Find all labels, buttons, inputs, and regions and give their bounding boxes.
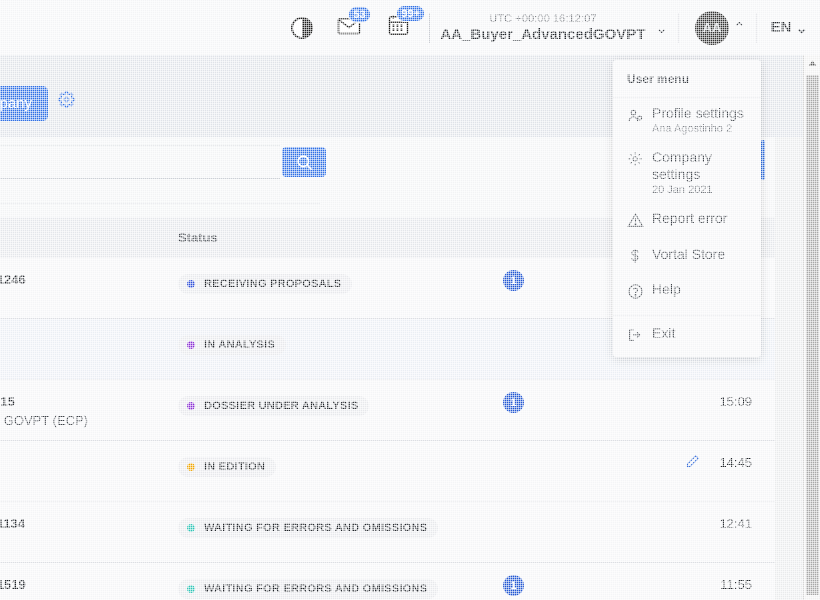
gear-icon (627, 151, 643, 170)
user-account-button[interactable]: UTC +00:00 16:12:07 AA_Buyer_AdvancedGOV… (440, 13, 672, 43)
status-label: IN ANALYSIS (204, 339, 276, 351)
header-divider-2 (678, 12, 679, 43)
menu-item-label: Profile settings (652, 105, 744, 121)
triangle-up-icon (808, 60, 817, 66)
menu-item-company-settings[interactable]: Company settings 20 Jan 2021 (613, 142, 761, 203)
username-label: AA_Buyer_AdvancedGOVPT (440, 25, 646, 43)
row-subtitle: ation - GOVPT (ECP) (0, 413, 89, 428)
status-badge: RECEIVING PROPOSALS (178, 274, 353, 294)
row-time: 11:55 (720, 577, 752, 592)
calendar-badge: 99+ (396, 5, 426, 22)
status-dot (187, 341, 195, 349)
menu-item-label: Vortal Store (652, 246, 726, 262)
mail-button[interactable]: 53 (337, 6, 371, 41)
help-icon (627, 283, 643, 303)
row-time: 14:45 (719, 455, 752, 470)
status-label: IN EDITION (204, 461, 266, 473)
status-dot (187, 463, 195, 471)
status-label: WAITING FOR ERRORS AND OMISSIONS (204, 522, 428, 534)
column-header-status: Status (178, 230, 218, 245)
language-selector[interactable]: EN ⌄ (771, 19, 812, 37)
app-root: 53 99+ UTC +00:00 16:12:07 AA_Buyer_Adva (0, 0, 820, 600)
edit-button[interactable] (685, 454, 700, 474)
menu-item-help[interactable]: Help (613, 274, 761, 310)
avatar[interactable]: AA (695, 10, 729, 45)
status-badge: WAITING FOR ERRORS AND OMISSIONS (178, 518, 439, 538)
status-label: RECEIVING PROPOSALS (204, 278, 342, 290)
menu-item-profile-settings[interactable]: Profile settings Ana Agostinho 2 (613, 98, 761, 142)
gear-icon (58, 91, 75, 108)
menu-item-sublabel: 20 Jan 2021 (652, 184, 713, 196)
search-input[interactable] (0, 145, 280, 179)
row-reference: 1 - 1246 (0, 272, 26, 287)
status-badge: IN ANALYSIS (178, 335, 287, 355)
profile-settings-icon (627, 107, 643, 127)
user-menu-separator (613, 315, 761, 316)
warning-icon (627, 212, 644, 232)
company-button[interactable]: …mpany (0, 86, 49, 121)
table-row[interactable]: 1 - 1519 WAITING FOR ERRORS AND OMISSION… (0, 563, 775, 600)
menu-item-label: Report error (652, 210, 728, 226)
settings-button[interactable] (58, 91, 75, 113)
status-label: DOSSIER UNDER ANALYSIS (204, 400, 359, 412)
chevron-up-icon[interactable]: ⌃ (729, 19, 750, 37)
row-count-badge[interactable]: 1 (503, 270, 524, 291)
user-menu-dropdown: User menu Profile settings Ana Agostinho … (613, 60, 761, 357)
pencil-icon (686, 454, 700, 468)
row-reference: - 1215 (0, 394, 15, 409)
top-header: 53 99+ UTC +00:00 16:12:07 AA_Buyer_Adva (0, 0, 820, 55)
status-label: WAITING FOR ERRORS AND OMISSIONS (204, 583, 428, 595)
row-time: 12:41 (719, 516, 752, 531)
row-count-badge[interactable]: 1 (503, 575, 524, 596)
menu-item-report-error[interactable]: Report error (613, 203, 761, 239)
dollar-icon (627, 248, 643, 267)
menu-item-sublabel: Ana Agostinho 2 (652, 123, 733, 135)
status-badge: IN EDITION (178, 457, 277, 477)
row-time: 15:09 (719, 394, 752, 409)
status-badge: DOSSIER UNDER ANALYSIS (178, 396, 370, 416)
row-count-badge[interactable]: 1 (503, 392, 524, 413)
menu-item-label: Help (652, 281, 681, 297)
table-row[interactable]: - 1215 ation - GOVPT (ECP) DOSSIER UNDER … (0, 380, 775, 441)
contrast-icon (291, 16, 314, 39)
menu-item-vortal-store[interactable]: Vortal Store (613, 239, 761, 274)
header-divider-3 (755, 12, 757, 43)
scrollbar-thumb[interactable] (806, 75, 819, 595)
filter-divider (0, 203, 320, 204)
menu-item-label: Company settings (652, 149, 712, 182)
chevron-down-icon: ⌄ (795, 19, 808, 37)
contrast-toggle-button[interactable] (291, 16, 314, 39)
status-dot (187, 524, 195, 532)
table-row[interactable]: 1 - 1134 WAITING FOR ERRORS AND OMISSION… (0, 502, 775, 563)
scroll-up-button[interactable] (804, 55, 820, 72)
status-dot (187, 280, 195, 288)
search-icon (296, 154, 312, 170)
search-button[interactable] (282, 147, 326, 177)
row-reference: 1 - 1519 (0, 577, 26, 592)
selection-accent-bar (761, 140, 765, 180)
calendar-button[interactable]: 99+ (387, 5, 426, 42)
menu-item-exit[interactable]: Exit (613, 318, 761, 353)
vertical-scrollbar[interactable] (803, 55, 820, 600)
language-label: EN (770, 19, 792, 36)
chevron-down-icon: ⌄ (655, 19, 668, 37)
status-badge: WAITING FOR ERRORS AND OMISSIONS (178, 579, 439, 599)
exit-icon (627, 327, 643, 346)
utc-time: UTC +00:00 16:12:07 (489, 12, 597, 25)
header-divider-1 (429, 12, 431, 43)
user-menu-title: User menu (613, 60, 761, 98)
status-dot (187, 402, 195, 410)
user-menu-items: Profile settings Ana Agostinho 2 Company … (613, 98, 761, 310)
status-dot (187, 585, 195, 593)
mail-badge: 53 (348, 6, 371, 23)
row-reference: 1 - 1134 (0, 516, 25, 531)
menu-item-label: Exit (652, 325, 676, 341)
table-row[interactable]: IN EDITION 14:45 (0, 441, 775, 502)
